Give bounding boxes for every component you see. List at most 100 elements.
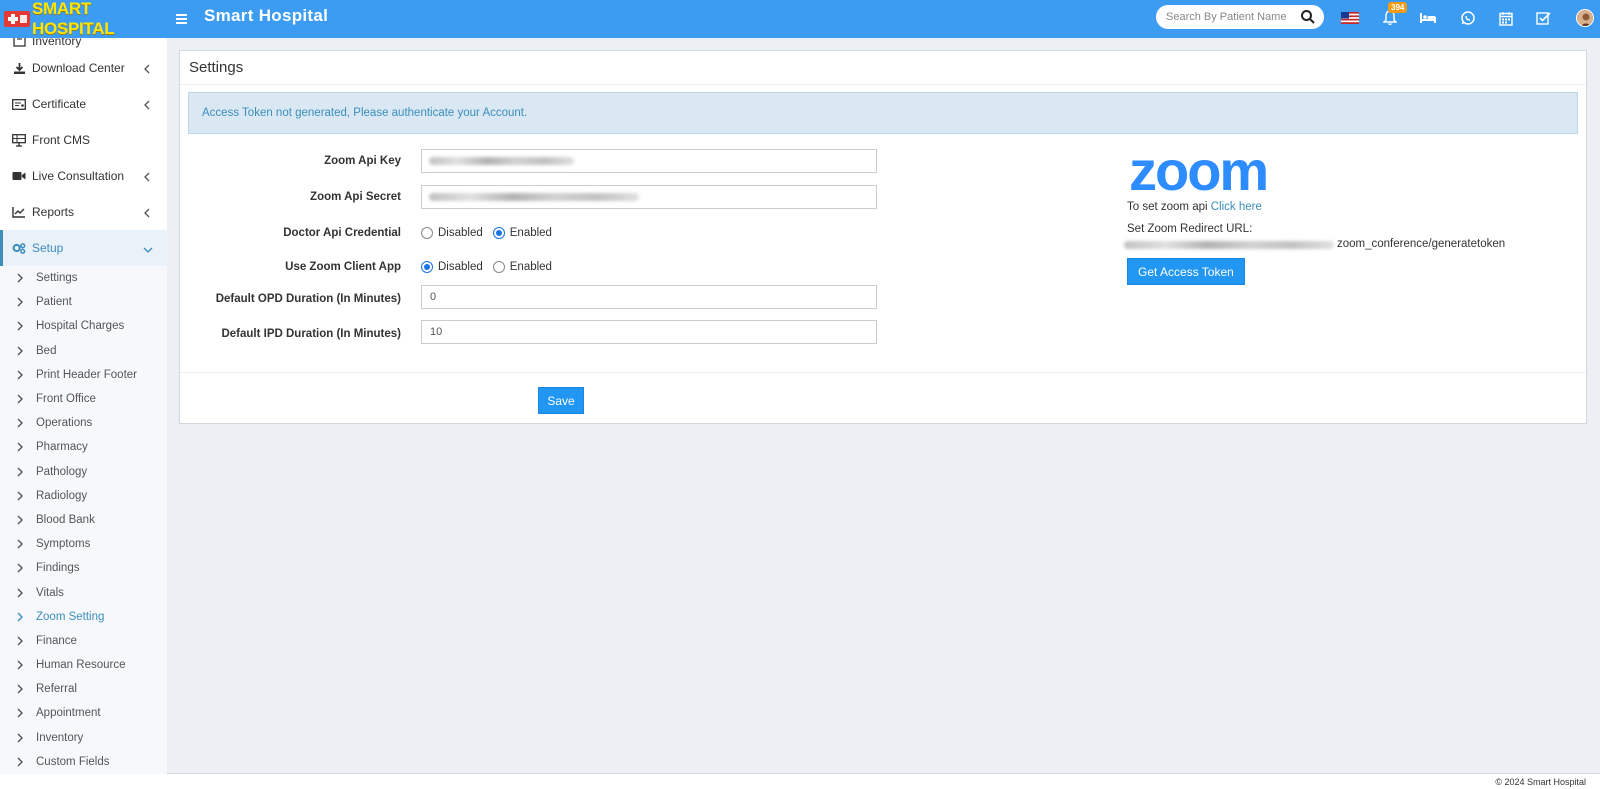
form-footer: Save [180,372,1586,424]
setup-item-custom-fields[interactable]: Custom Fields [0,750,167,774]
task-check-icon[interactable] [1533,8,1553,28]
user-avatar[interactable] [1576,9,1594,27]
setup-item-vitals[interactable]: Vitals [0,580,167,604]
sidebar-item-label: Setup [32,241,64,255]
app-title: Smart Hospital [204,6,329,25]
ipd-duration-input[interactable] [421,320,877,344]
setup-item-label: Custom Fields [36,755,110,768]
chevron-right-icon [16,539,24,549]
zoom-logo: zoom [1129,139,1269,202]
save-button[interactable]: Save [538,387,584,414]
chart-icon [12,205,26,219]
chevron-right-icon [16,394,24,404]
setup-item-label: Vitals [36,586,64,599]
api-secret-label: Zoom Api Secret [310,191,401,203]
sidebar-item-label: Reports [32,205,75,219]
setup-item-pharmacy[interactable]: Pharmacy [0,435,167,459]
certificate-icon [12,97,26,111]
chevron-left-icon [143,171,151,182]
radio-label: Disabled [438,261,483,273]
setup-item-label: Symptoms [36,538,91,551]
sidebar-item-inventory[interactable]: Inventory [0,38,167,50]
setup-item-settings[interactable]: Settings [0,266,167,290]
chevron-right-icon [16,612,24,622]
notification-bell-icon[interactable]: 394 [1380,2,1408,28]
setup-item-label: Patient [36,296,72,309]
sidebar-item-label: Download Center [32,61,125,75]
click-here-link[interactable]: Click here [1211,201,1262,213]
setup-item-label: Bed [36,344,57,357]
patient-search [1156,5,1324,29]
setup-item-pathology[interactable]: Pathology [0,460,167,484]
setup-item-bed[interactable]: Bed [0,339,167,363]
setup-item-label: Front Office [36,393,96,406]
radio-label: Enabled [509,227,552,239]
setup-item-inventory[interactable]: Inventory [0,726,167,750]
search-input[interactable] [1166,11,1301,23]
search-icon[interactable] [1300,9,1316,25]
masked-api-secret [429,193,639,201]
setup-item-symptoms[interactable]: Symptoms [0,532,167,556]
setup-item-operations[interactable]: Operations [0,411,167,435]
setup-item-human-resource[interactable]: Human Resource [0,653,167,677]
radio-circle-selected [421,261,433,273]
sidebar-item-front-cms[interactable]: Front CMS [0,122,167,158]
masked-api-key [429,157,574,165]
doctor-credential-enabled-radio[interactable]: Enabled [492,227,552,239]
chevron-right-icon [16,467,24,477]
chevron-right-icon [16,273,24,283]
client-app-row: Use Zoom Client App [180,255,405,279]
top-navbar: SMART HOSPITAL Smart Hospital 394 [0,0,1600,38]
client-app-enabled-radio[interactable]: Enabled [492,261,552,273]
setup-item-radiology[interactable]: Radiology [0,484,167,508]
setup-item-print-header-footer[interactable]: Print Header Footer [0,363,167,387]
setup-item-patient[interactable]: Patient [0,290,167,314]
doctor-credential-disabled-radio[interactable]: Disabled [421,227,483,239]
api-key-row: Zoom Api Key [180,149,405,173]
redirect-url: zoom_conference/generatetoken [1124,238,1547,250]
chevron-right-icon [16,733,24,743]
setup-submenu: Settings Patient Hospital Charges Bed Print … [0,266,167,774]
sidebar-item-reports[interactable]: Reports [0,194,167,230]
bed-icon[interactable] [1418,8,1438,28]
notification-badge: 394 [1388,2,1408,13]
client-app-radios: Disabled Enabled [421,261,552,273]
setup-item-label: Findings [36,562,80,575]
setup-item-zoom-setting[interactable]: Zoom Setting [0,605,167,629]
setup-item-blood-bank[interactable]: Blood Bank [0,508,167,532]
radio-label: Enabled [509,261,552,273]
setup-item-referral[interactable]: Referral [0,677,167,701]
menu-toggle-icon[interactable] [176,9,192,29]
sidebar-item-setup[interactable]: Setup [0,230,167,266]
radio-circle [421,227,433,239]
api-key-label: Zoom Api Key [324,155,401,167]
setup-item-findings[interactable]: Findings [0,556,167,580]
opd-duration-input[interactable] [421,285,877,309]
sidebar-item-certificate[interactable]: Certificate [0,86,167,122]
setup-item-label: Hospital Charges [36,320,125,333]
setup-item-label: Settings [36,272,78,285]
setup-item-appointment[interactable]: Appointment [0,701,167,725]
setup-item-finance[interactable]: Finance [0,629,167,653]
us-flag-icon[interactable] [1340,8,1360,28]
whatsapp-icon[interactable] [1458,8,1478,28]
calendar-icon[interactable] [1496,8,1516,28]
setup-item-hospital-charges[interactable]: Hospital Charges [0,314,167,338]
client-app-label: Use Zoom Client App [285,261,401,273]
sidebar: Inventory Download Center Certificate Fr… [0,38,167,789]
logo[interactable]: SMART HOSPITAL [0,0,163,38]
sidebar-item-label: Live Consultation [32,169,125,183]
doctor-credential-row: Doctor Api Credential [180,221,405,245]
client-app-disabled-radio[interactable]: Disabled [421,261,483,273]
chevron-right-icon [16,321,24,331]
setup-item-front-office[interactable]: Front Office [0,387,167,411]
get-access-token-button[interactable]: Get Access Token [1127,258,1245,285]
doctor-credential-radios: Disabled Enabled [421,227,552,239]
sidebar-item-download-center[interactable]: Download Center [0,50,167,86]
chevron-left-icon [143,207,151,218]
ipd-duration-label: Default IPD Duration (In Minutes) [221,328,401,340]
sidebar-item-live-consultation[interactable]: Live Consultation [0,158,167,194]
doctor-credential-label: Doctor Api Credential [283,227,401,239]
setup-item-label: Radiology [36,489,88,502]
api-secret-row: Zoom Api Secret [180,185,405,209]
